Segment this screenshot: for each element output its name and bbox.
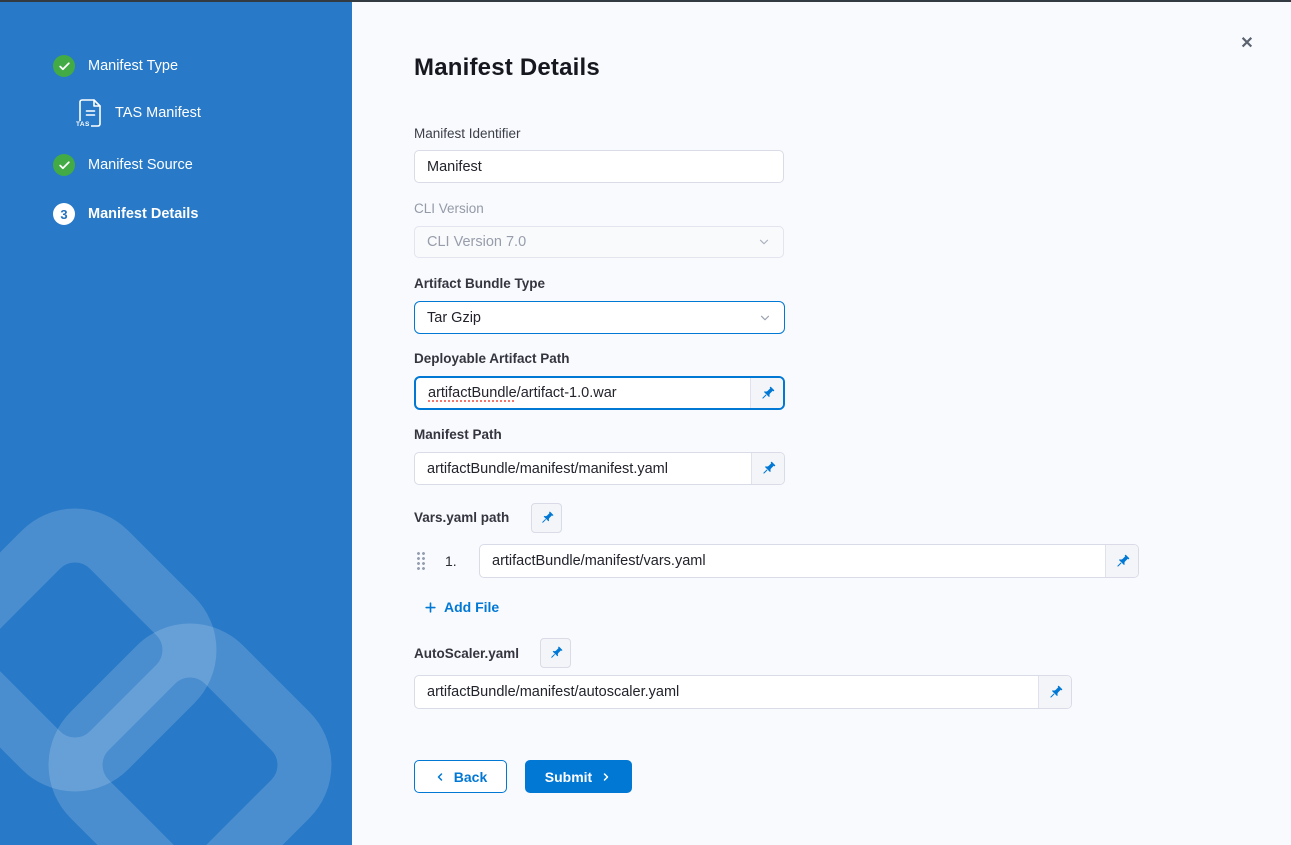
cli-version-value: CLI Version 7.0 bbox=[427, 234, 526, 250]
manifest-path-runtime-pin-button[interactable] bbox=[751, 453, 784, 484]
artifact-path-value-misspelled: artifactBundle bbox=[428, 385, 517, 401]
identifier-label: Manifest Identifier bbox=[414, 126, 521, 141]
add-file-label: Add File bbox=[444, 599, 499, 615]
submit-label: Submit bbox=[545, 769, 592, 785]
manifest-details-panel: ✕ Manifest Details Manifest Identifier C… bbox=[352, 2, 1291, 845]
autoscaler-runtime-pin-button[interactable] bbox=[540, 638, 571, 668]
autoscaler-label: AutoScaler.yaml bbox=[414, 646, 519, 661]
vars-row-number: 1. bbox=[445, 553, 457, 569]
chevron-right-icon bbox=[600, 771, 612, 783]
pin-icon bbox=[539, 510, 555, 526]
back-label: Back bbox=[454, 769, 487, 785]
artifact-path-runtime-pin-button[interactable] bbox=[750, 378, 783, 408]
bundle-type-select[interactable]: Tar Gzip bbox=[414, 301, 785, 334]
substep-label: TAS Manifest bbox=[115, 105, 201, 121]
identifier-input[interactable] bbox=[414, 150, 784, 183]
step-complete-check-icon bbox=[53, 55, 75, 77]
step-label: Manifest Type bbox=[88, 58, 178, 74]
vars-path-row-pin-button[interactable] bbox=[1105, 545, 1138, 577]
manifest-path-label: Manifest Path bbox=[414, 427, 502, 442]
chevron-left-icon bbox=[434, 771, 446, 783]
sidebar-step-manifest-source[interactable]: Manifest Source bbox=[53, 154, 193, 176]
cli-version-select: CLI Version 7.0 bbox=[414, 226, 784, 258]
close-icon[interactable]: ✕ bbox=[1234, 30, 1260, 56]
step-label: Manifest Details bbox=[88, 206, 198, 222]
vars-path-label: Vars.yaml path bbox=[414, 510, 509, 525]
autoscaler-input[interactable] bbox=[415, 676, 1038, 708]
artifact-path-value-rest: /artifact-1.0.war bbox=[517, 385, 617, 401]
submit-button[interactable]: Submit bbox=[525, 760, 632, 793]
sidebar-substep-tas-manifest[interactable]: TAS TAS Manifest bbox=[78, 99, 201, 127]
autoscaler-input-group bbox=[414, 675, 1072, 709]
page-title: Manifest Details bbox=[414, 54, 600, 82]
sidebar-step-manifest-details[interactable]: 3 Manifest Details bbox=[53, 203, 198, 225]
top-divider bbox=[0, 0, 1291, 2]
manifest-path-input-group bbox=[414, 452, 785, 485]
chevron-down-icon bbox=[758, 311, 772, 325]
pin-icon bbox=[1114, 553, 1131, 570]
artifact-path-input[interactable]: artifactBundle/artifact-1.0.war bbox=[416, 378, 750, 408]
autoscaler-field-pin-button[interactable] bbox=[1038, 676, 1071, 708]
tas-manifest-file-icon: TAS bbox=[78, 99, 103, 127]
vars-path-runtime-pin-button[interactable] bbox=[531, 503, 562, 533]
wizard-stepper-sidebar: Manifest Type TAS TAS Manifest Manifest … bbox=[0, 2, 352, 845]
manifest-wizard-modal: Manifest Type TAS TAS Manifest Manifest … bbox=[0, 0, 1291, 845]
sidebar-step-manifest-type[interactable]: Manifest Type bbox=[53, 55, 178, 77]
brand-watermark-icon bbox=[0, 500, 352, 845]
step-label: Manifest Source bbox=[88, 157, 193, 173]
artifact-path-label: Deployable Artifact Path bbox=[414, 351, 570, 366]
tas-icon-text: TAS bbox=[75, 121, 91, 128]
step-number-badge: 3 bbox=[53, 203, 75, 225]
chevron-down-icon bbox=[757, 235, 771, 249]
manifest-path-input[interactable] bbox=[415, 453, 751, 484]
bundle-type-label: Artifact Bundle Type bbox=[414, 276, 545, 291]
pin-icon bbox=[1047, 684, 1064, 701]
vars-path-input-group bbox=[479, 544, 1139, 578]
bundle-type-value: Tar Gzip bbox=[427, 310, 481, 326]
plus-icon bbox=[424, 601, 437, 614]
artifact-path-input-group: artifactBundle/artifact-1.0.war bbox=[414, 376, 785, 410]
step-complete-check-icon bbox=[53, 154, 75, 176]
pin-icon bbox=[759, 385, 776, 402]
pin-icon bbox=[760, 460, 777, 477]
pin-icon bbox=[548, 645, 564, 661]
cli-version-label: CLI Version bbox=[414, 201, 484, 216]
back-button[interactable]: Back bbox=[414, 760, 507, 793]
vars-path-input[interactable] bbox=[480, 545, 1105, 577]
vars-row-drag-handle[interactable] bbox=[416, 551, 426, 571]
add-file-button[interactable]: Add File bbox=[424, 599, 499, 615]
